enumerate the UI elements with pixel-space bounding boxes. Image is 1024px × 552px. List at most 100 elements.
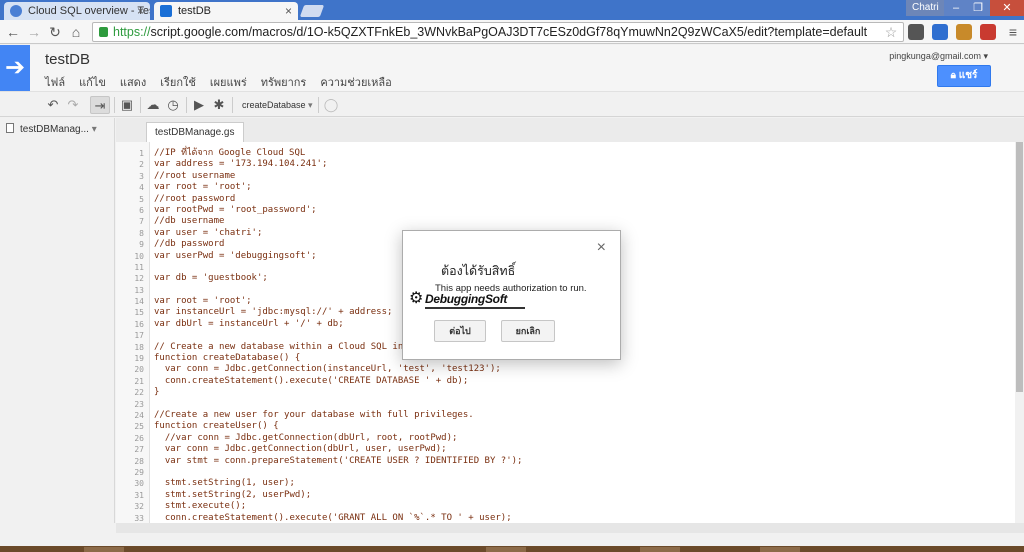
code-line[interactable]: 1 //IP ที่ได้จาก Google Cloud SQL bbox=[139, 148, 1014, 159]
toolbar-separator bbox=[318, 97, 319, 113]
home-icon[interactable]: ⌂ bbox=[67, 23, 85, 41]
account-email[interactable]: pingkunga@gmail.com bbox=[889, 51, 988, 62]
taskbar-item[interactable] bbox=[760, 547, 800, 552]
code-text: //db password bbox=[154, 239, 225, 250]
menu-edit[interactable]: แก้ไข bbox=[79, 73, 106, 91]
code-text: //db username bbox=[154, 216, 225, 227]
bookmark-star-icon[interactable]: ☆ bbox=[882, 23, 900, 41]
code-line[interactable]: 31 stmt.setString(2, userPwd); bbox=[134, 490, 1014, 501]
extension-book-icon[interactable] bbox=[980, 24, 996, 40]
code-line[interactable]: 24 //Create a new user for your database … bbox=[134, 410, 1014, 421]
code-text: var conn = Jdbc.getConnection(instanceUr… bbox=[154, 364, 501, 375]
code-text: function createDatabase() { bbox=[154, 353, 301, 364]
code-text: //root username bbox=[154, 170, 236, 181]
extension-spider-icon[interactable] bbox=[908, 24, 924, 40]
code-line[interactable]: 32 stmt.execute(); bbox=[134, 501, 1014, 512]
code-line[interactable]: 27 var conn = Jdbc.getConnection(dbUrl, … bbox=[134, 444, 1014, 455]
scrollbar-thumb[interactable] bbox=[1016, 142, 1023, 392]
share-label: แชร์ bbox=[958, 70, 978, 81]
project-title[interactable]: testDB bbox=[45, 51, 90, 68]
menu-file[interactable]: ไฟล์ bbox=[45, 73, 65, 91]
close-icon[interactable]: × bbox=[597, 239, 606, 257]
taskbar-item[interactable] bbox=[640, 547, 680, 552]
code-line[interactable]: 4 var root = 'root'; bbox=[139, 182, 1014, 193]
extension-y-icon[interactable] bbox=[932, 24, 948, 40]
url-scheme: https:// bbox=[113, 25, 151, 39]
share-button[interactable]: 🔒︎ แชร์ bbox=[937, 65, 991, 87]
close-tab-icon[interactable]: × bbox=[137, 2, 144, 20]
editor-vertical-scrollbar[interactable] bbox=[1015, 142, 1024, 523]
close-window-icon[interactable]: ✕ bbox=[990, 0, 1024, 16]
browser-tab-cloud-sql[interactable]: Cloud SQL overview - Tes × bbox=[4, 2, 150, 20]
line-number: 17 bbox=[134, 331, 144, 341]
url-path: script.google.com/macros/d/1O-k5QZXTFnkE… bbox=[150, 25, 868, 39]
line-number: 6 bbox=[139, 205, 144, 215]
code-text: var address = '173.194.104.241'; bbox=[154, 159, 328, 170]
dialog-title: ต้องได้รับสิทธิ์ bbox=[441, 264, 516, 278]
close-tab-icon[interactable]: × bbox=[285, 2, 292, 20]
indent-toggle-icon[interactable]: ⇥ bbox=[90, 96, 110, 114]
code-text: //root password bbox=[154, 193, 236, 204]
toolbar-separator bbox=[186, 97, 187, 113]
line-number: 30 bbox=[134, 479, 144, 489]
browser-tab-testdb[interactable]: testDB × bbox=[154, 2, 298, 20]
address-bar[interactable]: https://script.google.com/macros/d/1O-k5… bbox=[92, 22, 904, 42]
code-line[interactable]: 3 //root username bbox=[139, 170, 1014, 182]
back-icon[interactable]: ← bbox=[4, 23, 22, 41]
reload-icon[interactable]: ↻ bbox=[46, 23, 64, 41]
continue-button[interactable]: ต่อไป bbox=[434, 320, 486, 342]
apps-script-logo-icon[interactable]: ➔ bbox=[0, 45, 30, 91]
code-line[interactable]: 7 //db username bbox=[139, 216, 1014, 227]
editor-horizontal-scrollbar[interactable] bbox=[116, 523, 1024, 533]
chevron-down-icon[interactable]: ▾ bbox=[92, 124, 97, 135]
forward-icon[interactable]: → bbox=[25, 23, 43, 41]
taskbar-item[interactable] bbox=[486, 547, 526, 552]
code-line[interactable]: 6 var rootPwd = 'root_password'; bbox=[139, 205, 1014, 216]
code-line[interactable]: 26 //var conn = Jdbc.getConnection(dbUrl… bbox=[134, 433, 1014, 444]
run-icon[interactable]: ▶ bbox=[190, 96, 208, 114]
deploy-cloud-icon[interactable]: ☁ bbox=[144, 96, 162, 114]
menu-view[interactable]: แสดง bbox=[120, 73, 146, 91]
undo-icon[interactable]: ↶ bbox=[44, 96, 62, 114]
new-tab-button[interactable] bbox=[299, 5, 325, 17]
code-line[interactable]: 33 conn.createStatement().execute('GRANT… bbox=[134, 513, 1014, 524]
code-line[interactable]: 25 function createUser() { bbox=[134, 421, 1014, 432]
code-text: var dbUrl = instanceUrl + '/' + db; bbox=[154, 318, 344, 329]
code-line[interactable]: 29 bbox=[134, 467, 1014, 478]
code-line[interactable]: 23 bbox=[134, 399, 1014, 410]
file-sidebar: testDBManag... ▾ bbox=[0, 118, 115, 523]
menu-publish[interactable]: เผยแพร่ bbox=[210, 73, 247, 91]
code-line[interactable]: 28 var stmt = conn.prepareStatement('CRE… bbox=[134, 456, 1014, 467]
lightbulb-icon[interactable]: ◯ bbox=[322, 96, 340, 114]
browser-user-chip[interactable]: Chatri bbox=[906, 0, 945, 16]
authorization-dialog: × ต้องได้รับสิทธิ์ This app needs author… bbox=[402, 230, 621, 360]
taskbar-item[interactable] bbox=[84, 547, 124, 552]
debuggingsoft-watermark-logo: ⚙ DebuggingSoft bbox=[409, 289, 529, 315]
redo-icon[interactable]: ↷ bbox=[64, 96, 82, 114]
code-line[interactable]: 2 var address = '173.194.104.241'; bbox=[139, 159, 1014, 170]
menu-help[interactable]: ความช่วยเหลือ bbox=[320, 73, 391, 91]
code-text: var instanceUrl = 'jdbc:mysql://' + addr… bbox=[154, 307, 393, 318]
function-select[interactable]: createDatabase bbox=[238, 96, 317, 114]
code-line[interactable]: 30 stmt.setString(1, user); bbox=[134, 478, 1014, 489]
chrome-menu-icon[interactable]: ≡ bbox=[1004, 23, 1022, 41]
debug-bug-icon[interactable]: ✱ bbox=[210, 96, 228, 114]
code-line[interactable]: 5 //root password bbox=[139, 193, 1014, 205]
editor-file-tab[interactable]: testDBManage.gs bbox=[146, 122, 244, 142]
tab-title: testDB bbox=[178, 5, 212, 17]
cancel-button[interactable]: ยกเลิก bbox=[501, 320, 555, 342]
line-number: 11 bbox=[134, 262, 144, 272]
menu-run[interactable]: เรียกใช้ bbox=[160, 73, 196, 91]
file-item-testdbmanage[interactable]: testDBManag... ▾ bbox=[6, 123, 106, 135]
code-line[interactable]: 22} bbox=[134, 387, 1014, 398]
save-icon[interactable]: ▣ bbox=[118, 96, 136, 114]
line-number: 26 bbox=[134, 433, 144, 443]
menu-resources[interactable]: ทรัพยากร bbox=[261, 73, 307, 91]
triggers-clock-icon[interactable]: ◷ bbox=[164, 96, 182, 114]
minimize-window-icon[interactable]: – bbox=[944, 0, 968, 16]
extension-face-icon[interactable] bbox=[956, 24, 972, 40]
maximize-window-icon[interactable]: ❐ bbox=[966, 0, 990, 16]
apps-script-header: ➔ testDB ไฟล์ แก้ไข แสดง เรียกใช้ เผยแพร… bbox=[0, 45, 1024, 91]
code-line[interactable]: 20 var conn = Jdbc.getConnection(instanc… bbox=[134, 364, 1014, 375]
code-line[interactable]: 21 conn.createStatement().execute('CREAT… bbox=[134, 376, 1014, 387]
